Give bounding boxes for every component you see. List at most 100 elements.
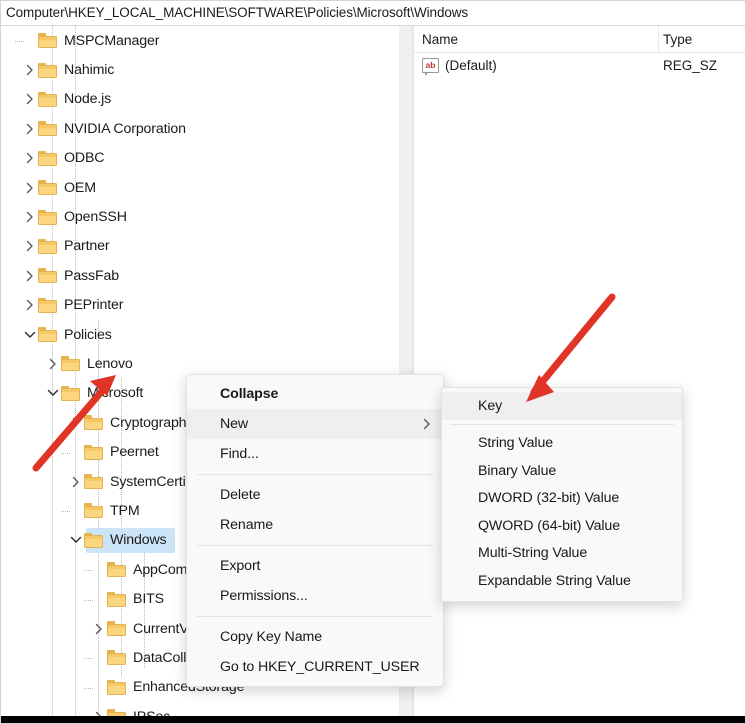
tree-item-content[interactable]: OEM [0,180,96,196]
folder-icon [38,121,57,137]
chevron-right-icon[interactable] [22,123,38,135]
submenu-item-key[interactable]: Key [442,392,682,420]
tree-item-content[interactable]: BITS [0,591,164,607]
submenu-item-qword-64-bit-value[interactable]: QWORD (64-bit) Value [442,512,682,540]
column-header-name[interactable]: Name [414,32,658,47]
submenu-item-binary-value[interactable]: Binary Value [442,457,682,485]
tree-item-partner[interactable]: Partner [0,232,398,261]
menu-separator [197,616,433,617]
chevron-right-icon[interactable] [22,299,38,311]
menu-item-find[interactable]: Find... [187,439,443,469]
submenu-item-dword-32-bit-value[interactable]: DWORD (32-bit) Value [442,485,682,513]
chevron-right-icon[interactable] [22,64,38,76]
tree-item-label: Node.js [64,91,112,108]
tree-item-mspcmanager[interactable]: MSPCManager [0,26,398,55]
tree-item-label: Nahimic [64,62,115,79]
registry-editor-window: Computer\HKEY_LOCAL_MACHINE\SOFTWARE\Pol… [0,0,746,724]
tree-item-content[interactable]: ODBC [0,150,105,167]
submenu-item-expandable-string-value[interactable]: Expandable String Value [442,567,682,595]
chevron-down-icon[interactable] [45,389,61,397]
chevron-right-icon[interactable] [22,93,38,105]
tree-item-content[interactable]: Windows [0,532,167,548]
folder-icon [38,180,57,196]
tree-item-label: PEPrinter [64,297,124,314]
submenu-separator [450,423,674,425]
tree-item-content[interactable]: Microsoft [0,385,143,401]
tree-item-nvidia-corporation[interactable]: NVIDIA Corporation [0,114,398,143]
menu-item-permissions[interactable]: Permissions... [187,581,443,611]
folder-icon [107,562,126,578]
menu-item-go-to-hkey-current-user[interactable]: Go to HKEY_CURRENT_USER [187,652,443,682]
registry-context-menu[interactable]: Collapse New Find... Delete Rename Export Perm… [186,374,444,687]
tree-item-passfab[interactable]: PassFab [0,261,398,290]
tree-item-odbc[interactable]: ODBC [0,144,398,173]
submenu-item-label: DWORD (32-bit) Value [478,490,620,507]
tree-item-label: NVIDIA Corporation [64,120,186,137]
submenu-item-label: Expandable String Value [478,572,631,589]
registry-values-panel[interactable]: Name Type ab (Default) REG_SZ [414,26,746,724]
tree-item-openssh[interactable]: OpenSSH [0,202,398,231]
tree-item-content[interactable]: Lenovo [0,356,133,372]
submenu-item-label: Binary Value [478,462,557,479]
tree-item-content[interactable]: NVIDIA Corporation [0,121,186,137]
tree-item-content[interactable]: Partner [0,238,110,254]
new-submenu[interactable]: Key String Value Binary Value DWORD (32-bit… [441,387,683,602]
chevron-right-icon[interactable] [22,182,38,194]
column-header-type[interactable]: Type [658,26,746,52]
tree-item-content[interactable]: Nahimic [0,62,114,78]
folder-icon [38,150,57,166]
chevron-down-icon[interactable] [68,536,84,544]
chevron-right-icon[interactable] [68,417,84,429]
menu-item-copy-key-name[interactable]: Copy Key Name [187,622,443,652]
tree-item-nahimic[interactable]: Nahimic [0,55,398,84]
address-bar[interactable]: Computer\HKEY_LOCAL_MACHINE\SOFTWARE\Pol… [0,0,746,26]
tree-item-label: Lenovo [87,355,133,372]
chevron-right-icon[interactable] [45,358,61,370]
menu-item-label: Permissions... [220,588,308,604]
value-name-cell[interactable]: ab (Default) [414,57,658,76]
values-column-header[interactable]: Name Type [414,26,746,53]
submenu-item-string-value[interactable]: String Value [442,430,682,458]
chevron-right-icon[interactable] [22,152,38,164]
tree-item-oem[interactable]: OEM [0,173,398,202]
menu-item-new[interactable]: New [187,409,443,439]
tree-item-peprinter[interactable]: PEPrinter [0,291,398,320]
submenu-item-label: Multi-String Value [478,545,588,562]
tree-item-content[interactable]: Peernet [0,444,159,460]
tree-item-content[interactable]: Node.js [0,91,111,107]
menu-item-delete[interactable]: Delete [187,480,443,510]
bottom-edge-band [0,716,746,724]
tree-item-content[interactable]: PassFab [0,268,119,284]
folder-icon [38,268,57,284]
tree-item-content[interactable]: PEPrinter [0,297,124,314]
tree-item-label: Windows [110,532,167,549]
menu-item-label: Find... [220,446,259,462]
menu-item-rename[interactable]: Rename [187,510,443,540]
tree-item-content[interactable]: MSPCManager [0,33,159,49]
menu-item-label: Copy Key Name [220,629,322,645]
value-row[interactable]: ab (Default) REG_SZ [414,53,746,77]
menu-item-collapse[interactable]: Collapse [187,379,443,409]
tree-item-label: OpenSSH [64,209,127,226]
chevron-right-icon[interactable] [22,270,38,282]
chevron-right-icon[interactable] [22,211,38,223]
tree-item-node-js[interactable]: Node.js [0,85,398,114]
folder-icon [107,650,126,666]
chevron-right-icon[interactable] [22,240,38,252]
chevron-down-icon[interactable] [22,331,38,339]
chevron-right-icon[interactable] [68,476,84,488]
tree-item-policies[interactable]: Policies [0,320,398,349]
chevron-right-icon[interactable] [91,623,107,635]
values-list[interactable]: ab (Default) REG_SZ [414,53,746,77]
tree-item-content[interactable]: Cryptography [0,415,194,431]
tree-item-label: TPM [110,502,140,519]
tree-item-content[interactable]: AppCompat [0,562,207,578]
submenu-item-multi-string-value[interactable]: Multi-String Value [442,540,682,568]
menu-item-export[interactable]: Export [187,551,443,581]
tree-item-content[interactable]: Policies [0,327,112,343]
tree-item-label: OEM [64,179,96,196]
tree-item-content[interactable]: OpenSSH [0,209,127,225]
menu-item-label: New [220,416,249,432]
tree-item-content[interactable]: TPM [0,503,140,519]
tree-item-label: ODBC [64,150,105,167]
